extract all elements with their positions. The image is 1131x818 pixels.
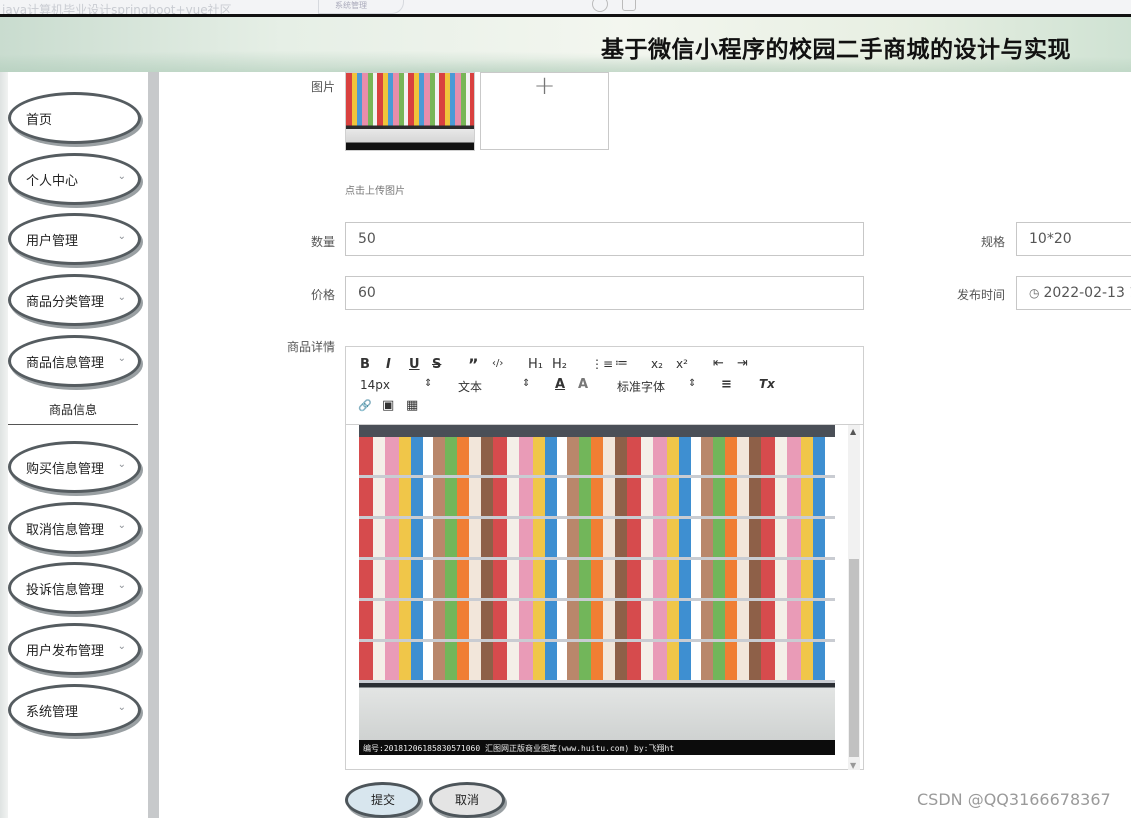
scroll-down-icon[interactable]: ▼ [850, 761, 856, 770]
sidebar-item-label: 购买信息管理 [26, 462, 105, 477]
editor-toolbar: B I U S ” ‹/› H₁ H₂ ⋮≡ ≔ x₂ x² ⇤ ⇥ 14px … [346, 347, 863, 425]
h1-button[interactable]: H₁ [528, 357, 543, 372]
sidebar-scrollbar[interactable] [148, 72, 159, 818]
header-arrows-icon: ⇕ [522, 378, 531, 389]
editor-scrollbar[interactable]: ▲ ▼ [848, 425, 860, 770]
image-upload-button[interactable]: + [480, 71, 609, 150]
chevron-down-icon: ⌄ [117, 292, 126, 303]
sidebar-item-label: 商品信息管理 [26, 356, 105, 371]
rich-text-editor[interactable]: B I U S ” ‹/› H₁ H₂ ⋮≡ ≔ x₂ x² ⇤ ⇥ 14px … [345, 346, 864, 770]
superscript-button[interactable]: x² [676, 357, 688, 371]
background-color-button[interactable]: A [578, 377, 588, 392]
blockquote-button[interactable]: ” [468, 355, 479, 374]
submenu-item-label: 商品信息 [48, 403, 97, 417]
price-label: 价格 [310, 288, 335, 302]
scroll-up-icon[interactable]: ▲ [850, 427, 856, 436]
chevron-down-icon: ⌄ [117, 459, 126, 470]
code-button[interactable]: ‹/› [492, 358, 503, 369]
font-color-button[interactable]: A [555, 377, 565, 392]
image-caption: 编号:20181206185830571060 汇图网正版商业图库(www.hu… [363, 744, 675, 753]
plush-toy-shelves [359, 437, 835, 683]
sidebar-item-cancel[interactable]: 取消信息管理 ⌄ [8, 502, 141, 554]
sidebar-item-users[interactable]: 用户管理 ⌄ [8, 213, 141, 265]
quantity-input[interactable]: 50 [345, 222, 864, 256]
upload-hint: 点击上传图片 [345, 186, 405, 197]
font-family-arrows-icon: ⇕ [688, 378, 697, 389]
ordered-list-button[interactable]: ⋮≡ [591, 357, 613, 371]
header-select[interactable]: 文本 [458, 378, 482, 395]
bullet-list-button[interactable]: ≔ [615, 356, 628, 371]
cancel-button[interactable]: 取消 [429, 782, 505, 818]
sidebar-item-user-publish[interactable]: 用户发布管理 ⌄ [8, 623, 141, 675]
sidebar-edge [0, 72, 8, 818]
sidebar-item-goods[interactable]: 商品信息管理 ⌄ [8, 335, 141, 387]
sidebar-item-label: 系统管理 [26, 705, 79, 720]
sidebar-item-label: 用户管理 [26, 234, 79, 249]
price-input[interactable]: 60 [345, 276, 864, 310]
chevron-down-icon: ⌄ [117, 171, 126, 182]
sidebar-item-complaint[interactable]: 投诉信息管理 ⌄ [8, 562, 141, 614]
publish-time-picker[interactable]: ◷2022-02-13 11 [1016, 276, 1131, 310]
h2-button[interactable]: H₂ [552, 357, 567, 372]
sidebar-item-home[interactable]: 首页 [8, 92, 141, 144]
plus-icon: + [533, 71, 556, 101]
video-icon[interactable]: ▦ [406, 398, 418, 413]
subscript-button[interactable]: x₂ [651, 357, 663, 371]
chevron-down-icon: ⌄ [117, 702, 126, 713]
image-icon[interactable]: ▣ [382, 398, 394, 413]
sidebar-item-purchase[interactable]: 购买信息管理 ⌄ [8, 441, 141, 493]
italic-button[interactable]: I [386, 357, 391, 372]
uploaded-image-thumbnail[interactable] [345, 72, 475, 151]
sidebar-item-label: 投诉信息管理 [26, 583, 105, 598]
sidebar-item-label: 个人中心 [26, 174, 79, 189]
spec-input[interactable]: 10*20 [1016, 222, 1131, 256]
submit-button[interactable]: 提交 [345, 782, 421, 818]
page-title: 基于微信小程序的校园二手商城的设计与实现 [601, 37, 1071, 63]
strike-button[interactable]: S [432, 357, 441, 372]
square-icon [622, 0, 636, 11]
editor-content-image[interactable]: 编号:20181206185830571060 汇图网正版商业图库(www.hu… [359, 425, 835, 755]
align-button[interactable]: ≡ [721, 377, 732, 392]
sidebar-item-label: 首页 [26, 113, 53, 128]
sidebar-item-label: 取消信息管理 [26, 523, 105, 538]
chevron-down-icon: ⌄ [117, 520, 126, 531]
quantity-label: 数量 [310, 235, 335, 249]
image-label: 图片 [310, 80, 335, 94]
chevron-down-icon: ⌄ [117, 641, 126, 652]
submenu-item-goods-info[interactable]: 商品信息 [8, 394, 138, 425]
publish-time-value: 2022-02-13 11 [1043, 285, 1131, 301]
link-icon[interactable]: 🔗 [358, 399, 372, 412]
main-form: 图片 + 点击上传图片 数量 50 规格 10*20 价格 60 发布时间 ◷ 2… [159, 71, 1131, 818]
indent-decrease-button[interactable]: ⇤ [713, 356, 724, 371]
chevron-down-icon: ⌄ [117, 353, 126, 364]
underline-button[interactable]: U [409, 357, 420, 372]
clear-format-button[interactable]: Tx [759, 377, 775, 391]
font-size-select[interactable]: 14px [360, 378, 390, 392]
chevron-down-icon: ⌄ [117, 580, 126, 591]
spec-label: 规格 [980, 235, 1005, 249]
scroll-thumb[interactable] [849, 559, 859, 757]
ghost-text: java计算机毕业设计springboot+vue社区 [2, 3, 232, 15]
sidebar-item-label: 用户发布管理 [26, 644, 105, 659]
indent-increase-button[interactable]: ⇥ [737, 356, 748, 371]
circle-icon [592, 0, 608, 12]
sidebar: 首页 个人中心 ⌄ 用户管理 ⌄ 商品分类管理 ⌄ 商品信息管理 ⌄ 商品信息 … [0, 72, 159, 818]
page-header: 基于微信小程序的校园二手商城的设计与实现 [0, 17, 1131, 72]
sidebar-item-system[interactable]: 系统管理 ⌄ [8, 684, 141, 736]
clock-icon: ◷ [1029, 286, 1040, 300]
sidebar-item-label: 商品分类管理 [26, 295, 105, 310]
ghost-tab: 系统管理 [318, 0, 404, 14]
bold-button[interactable]: B [360, 357, 370, 372]
details-label: 商品详情 [286, 340, 335, 354]
top-strip: java计算机毕业设计springboot+vue社区 系统管理 [0, 0, 1131, 15]
chevron-down-icon: ⌄ [117, 231, 126, 242]
publish-time-label: 发布时间 [956, 288, 1005, 302]
sidebar-item-category[interactable]: 商品分类管理 ⌄ [8, 274, 141, 326]
font-family-select[interactable]: 标准字体 [617, 378, 665, 395]
sidebar-item-profile[interactable]: 个人中心 ⌄ [8, 153, 141, 205]
font-size-arrows-icon: ⇕ [424, 378, 433, 389]
watermark: CSDN @QQ3166678367 [917, 790, 1111, 809]
